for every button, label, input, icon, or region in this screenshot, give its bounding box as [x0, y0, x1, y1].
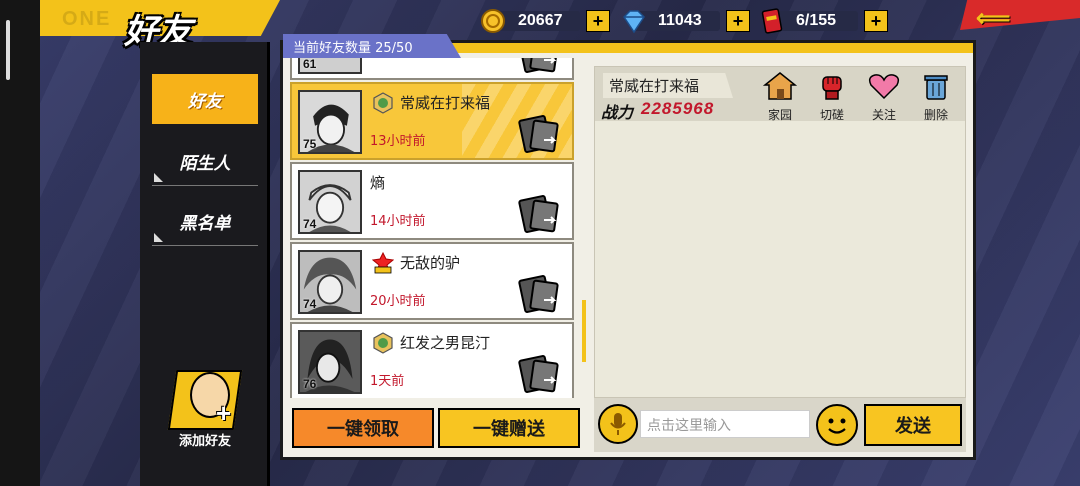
- list-item[interactable]: 74 熵 14小时前: [290, 162, 574, 240]
- sidebar-item-strangers[interactable]: 陌生人: [152, 136, 258, 186]
- avatar: 61: [298, 58, 362, 74]
- delete-label: 删除: [923, 108, 948, 122]
- back-arrow-icon[interactable]: ⟸: [976, 4, 1010, 33]
- claim-all-button[interactable]: 一键领取: [292, 408, 434, 448]
- list-item[interactable]: 75 常威在打来福 13小时前: [290, 82, 574, 160]
- last-online: 14小时前: [370, 214, 426, 229]
- spar-label: 切磋: [819, 108, 844, 122]
- fist-icon: [822, 76, 842, 100]
- friend-name: 常威在打来福: [400, 94, 491, 112]
- detail-header: 常威在打来福 战力 2285968 家园 切磋 关注 删除: [595, 67, 965, 122]
- screen-edge: [0, 0, 40, 486]
- level-label: 74: [303, 297, 317, 311]
- heart-icon: [868, 74, 900, 100]
- home-button[interactable]: 家园: [757, 71, 803, 122]
- avatar: 74: [298, 250, 362, 314]
- gift-card-icon[interactable]: [518, 354, 562, 394]
- home-icon: [762, 72, 798, 100]
- sidebar-item-label: 好友: [188, 91, 222, 112]
- level-label: 61: [303, 58, 317, 71]
- corner-marker-icon: [154, 233, 163, 242]
- banner-text: ONE: [62, 8, 112, 30]
- gold-currency: 20667 +: [480, 8, 610, 34]
- corner-marker-icon: [154, 173, 163, 182]
- level-label: 75: [303, 137, 317, 151]
- phone-edge-bar: [6, 20, 10, 80]
- avatar: 75: [298, 90, 362, 154]
- send-button[interactable]: 发送: [864, 404, 962, 446]
- emoji-button[interactable]: [816, 404, 858, 446]
- list-item[interactable]: 76 红发之男昆汀 1天前: [290, 322, 574, 398]
- diamond-add-button[interactable]: +: [725, 10, 750, 32]
- sidebar-item-blacklist[interactable]: 黑名单: [152, 196, 258, 246]
- home-label: 家园: [767, 108, 792, 122]
- smiley-icon: [828, 418, 846, 434]
- gold-add-button[interactable]: +: [585, 10, 610, 32]
- green-emblem-icon: [373, 92, 393, 114]
- diamond-icon: [623, 10, 645, 34]
- plus-icon: +: [216, 398, 232, 428]
- red-ticket-icon: [761, 8, 783, 34]
- sidebar-item-friends[interactable]: 好友: [152, 74, 258, 124]
- delete-button[interactable]: 删除: [913, 71, 959, 122]
- friend-name: 红发之男昆汀: [400, 334, 491, 352]
- sidebar-item-label: 黑名单: [179, 213, 231, 234]
- diamond-currency: 11043 +: [620, 8, 750, 34]
- friend-count-label: 当前好友数量 25/50: [283, 34, 461, 58]
- chat-input[interactable]: 点击这里输入: [640, 410, 810, 438]
- avatar: 74: [298, 170, 362, 234]
- power-badge-icon: [372, 252, 394, 274]
- friend-name: 熵: [370, 174, 386, 192]
- detail-name: 常威在打来福: [603, 73, 733, 98]
- microphone-icon: [610, 413, 626, 435]
- follow-label: 关注: [871, 108, 896, 122]
- last-online: 20小时前: [370, 294, 426, 309]
- friend-name: 无敌的驴: [400, 254, 461, 272]
- avatar: 76: [298, 330, 362, 394]
- ticket-currency: 6/155 +: [758, 8, 888, 34]
- gift-card-icon[interactable]: [518, 58, 562, 74]
- last-online: 1天前: [370, 374, 405, 389]
- last-online: 13小时前: [370, 134, 426, 149]
- level-label: 76: [303, 377, 317, 391]
- follow-button[interactable]: 关注: [861, 71, 907, 122]
- ticket-add-button[interactable]: +: [863, 10, 888, 32]
- gift-all-button[interactable]: 一键赠送: [438, 408, 580, 448]
- gold-coin-icon: [481, 9, 505, 33]
- trash-icon: [924, 75, 948, 100]
- friend-list[interactable]: 61 75 常威在打来福 13小时前 74 熵 14小时前 74 无敌的驴 20…: [290, 58, 580, 398]
- list-item[interactable]: 61: [290, 58, 574, 80]
- friend-detail-panel: 常威在打来福 战力 2285968 家园 切磋 关注 删除: [594, 66, 966, 398]
- ticket-value: 6/155: [796, 12, 837, 29]
- gold-value: 20667: [518, 12, 563, 29]
- diamond-value: 11043: [658, 12, 702, 29]
- power-value: 2285968: [641, 99, 715, 118]
- microphone-button[interactable]: [598, 404, 638, 444]
- spar-button[interactable]: 切磋: [809, 71, 855, 122]
- list-item[interactable]: 74 无敌的驴 20小时前: [290, 242, 574, 320]
- add-friend-label: 添加好友: [178, 434, 231, 449]
- gift-card-icon[interactable]: [518, 194, 562, 234]
- level-label: 74: [303, 217, 317, 231]
- power-label: 战力: [601, 103, 634, 122]
- gift-card-icon[interactable]: [518, 114, 562, 154]
- sidebar-item-label: 陌生人: [179, 153, 231, 174]
- list-scrollbar[interactable]: [582, 300, 586, 362]
- gift-card-icon[interactable]: [518, 274, 562, 314]
- green-emblem-icon: [373, 332, 393, 354]
